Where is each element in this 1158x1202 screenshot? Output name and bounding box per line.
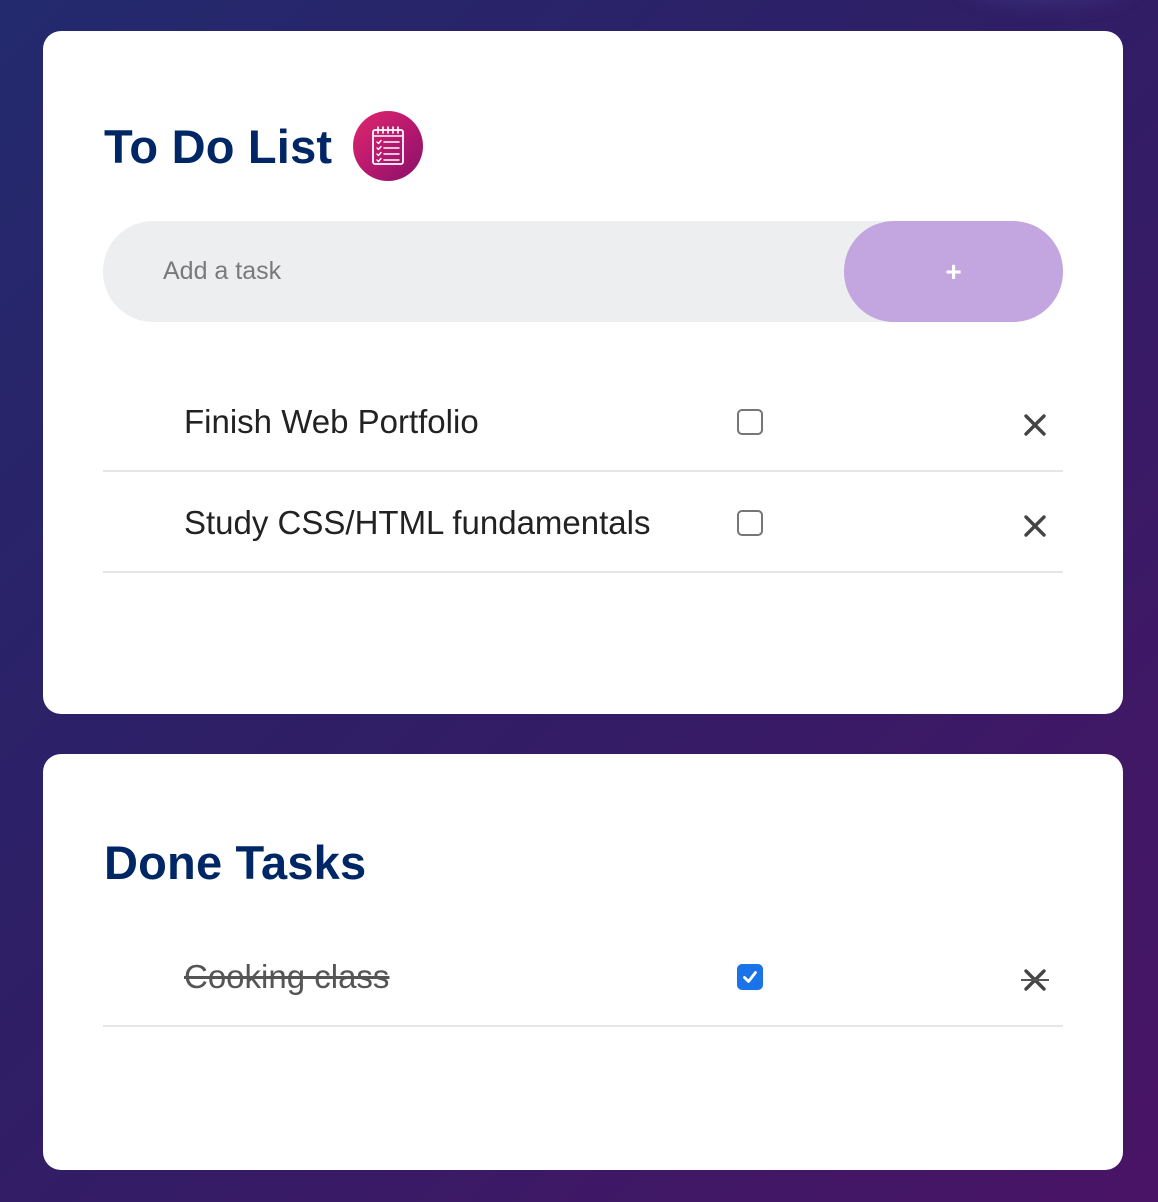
task-checkbox[interactable] xyxy=(737,964,763,990)
add-task-button[interactable]: + xyxy=(844,221,1063,322)
task-text: Study CSS/HTML fundamentals xyxy=(184,504,651,541)
close-icon[interactable] xyxy=(1021,411,1049,439)
task-row: Cooking class xyxy=(103,926,1063,1027)
done-header: Done Tasks xyxy=(104,827,366,897)
add-task-row: + xyxy=(103,221,1063,322)
task-row: Study CSS/HTML fundamentals xyxy=(103,472,1063,573)
todo-header: To Do List xyxy=(104,111,424,181)
done-title: Done Tasks xyxy=(104,835,367,889)
close-icon[interactable] xyxy=(1021,512,1049,540)
add-task-input[interactable] xyxy=(103,221,843,322)
todo-card: To Do List Add a task + Finish Web Portf… xyxy=(43,31,1123,714)
notepad-checklist-icon xyxy=(353,111,424,181)
task-row: Finish Web Portfolio xyxy=(103,371,1063,472)
close-icon[interactable] xyxy=(1021,966,1049,994)
checkmark-icon xyxy=(743,971,757,983)
done-card: Done Tasks Cooking class xyxy=(43,754,1123,1170)
task-text: Finish Web Portfolio xyxy=(184,403,479,440)
task-text: Cooking class xyxy=(184,958,390,995)
task-checkbox[interactable] xyxy=(737,409,763,435)
todo-title: To Do List xyxy=(104,119,333,173)
done-task-list: Cooking class xyxy=(103,926,1063,1027)
todo-task-list: Finish Web Portfolio Study CSS/HTML fund… xyxy=(103,371,1063,573)
task-checkbox[interactable] xyxy=(737,510,763,536)
